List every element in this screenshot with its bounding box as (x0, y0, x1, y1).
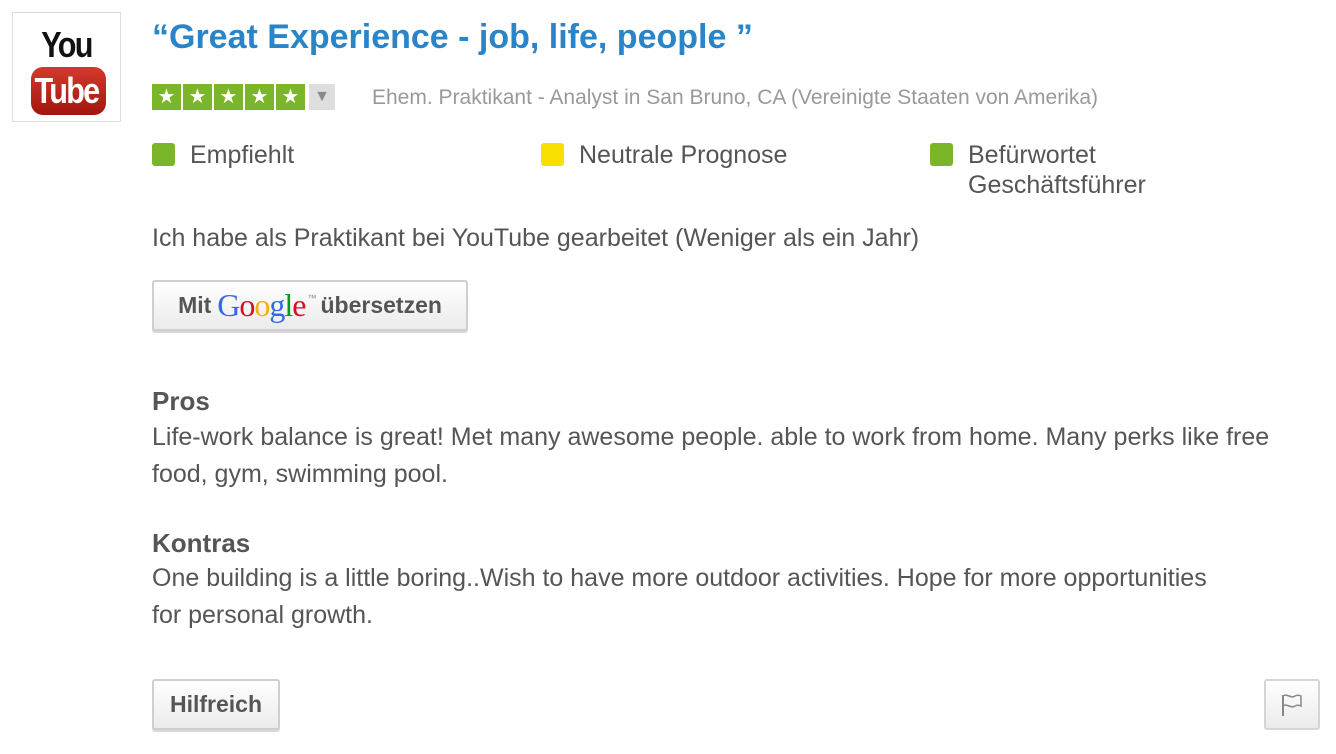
flag-label: Empfiehlt (190, 141, 295, 169)
reviewer-info: Ehem. Praktikant - Analyst in San Bruno,… (372, 86, 1099, 109)
pros-heading: Pros (152, 386, 210, 416)
status-indicator-green (152, 143, 175, 166)
helpful-button[interactable]: Hilfreich (152, 679, 280, 730)
logo-text-tube: Tube (34, 70, 100, 111)
review-title[interactable]: “Great Experience - job, life, people ” (152, 18, 753, 57)
star-icon: ★ (245, 84, 274, 110)
translate-suffix: übersetzen (320, 292, 442, 318)
trademark-mark: ™ (307, 292, 317, 303)
flag-label: Neutrale Prognose (579, 141, 788, 169)
translate-button[interactable]: Mit Google ™ übersetzen (152, 280, 468, 331)
pros-text: Life-work balance is great! Met many awe… (152, 423, 1270, 488)
report-button[interactable] (1264, 679, 1320, 730)
flag-outlook: Neutrale Prognose (541, 140, 787, 170)
flag-icon (1282, 693, 1302, 716)
logo-text-you: You (41, 24, 93, 65)
translate-prefix: Mit (178, 292, 212, 318)
star-rating: ★ ★ ★ ★ ★ ▼ (152, 84, 335, 110)
star-icon: ★ (276, 84, 305, 110)
cons-text: One building is a little boring..Wish to… (152, 564, 1207, 629)
flag-ceo-approval: Befürwortet Geschäftsführer (930, 140, 1190, 200)
google-logo: Google (217, 287, 306, 323)
status-indicator-green (930, 143, 953, 166)
star-icon: ★ (152, 84, 181, 110)
star-icon: ★ (183, 84, 212, 110)
star-icon: ★ (214, 84, 243, 110)
status-indicator-yellow (541, 143, 564, 166)
employment-statement: Ich habe als Praktikant bei YouTube gear… (152, 224, 920, 252)
flag-label: Befürwortet Geschäftsführer (968, 141, 1146, 199)
flag-recommends: Empfiehlt (152, 140, 294, 170)
company-logo[interactable]: You Tube (12, 12, 121, 122)
rating-dropdown-icon[interactable]: ▼ (309, 84, 335, 110)
cons-heading: Kontras (152, 528, 251, 558)
